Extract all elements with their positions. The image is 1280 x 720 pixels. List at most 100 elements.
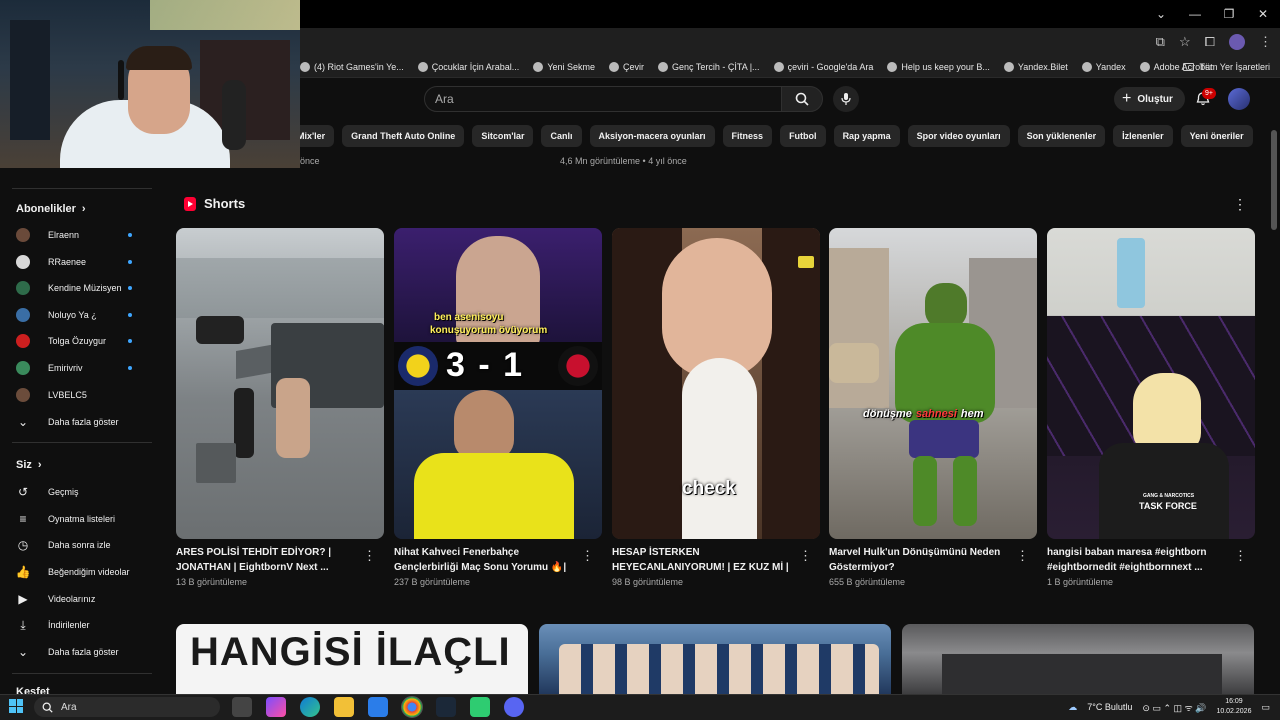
short-thumbnail[interactable]: ben asenisoyu konuşuyorum övüyorum 3 - 1: [394, 228, 602, 539]
sidebar-item-playlists[interactable]: ≡ Oynatma listeleri: [16, 509, 146, 529]
short-views: 1 B görüntüleme: [1047, 577, 1114, 587]
sidebar-item-watch-later[interactable]: ◷ Daha sonra izle: [16, 535, 146, 555]
minimize-button[interactable]: —: [1178, 0, 1212, 28]
sidebar-channel[interactable]: LVBELC5: [16, 385, 146, 405]
short-title[interactable]: HESAP İSTERKEN HEYECANLANIYORUM! | EZ KU…: [612, 545, 792, 575]
store-icon[interactable]: [368, 697, 388, 717]
notification-center-icon[interactable]: ▭: [1261, 702, 1270, 713]
sidebar-channel[interactable]: Elraenn: [16, 225, 146, 245]
short-card[interactable]: GANG & NARCOTICS TASK FORCE hangisi baba…: [1047, 228, 1255, 587]
filter-chip[interactable]: Canlı: [541, 125, 582, 147]
tray-icons[interactable]: ⊙ ▭ ⌃ ◫ ᯤ 🔊: [1142, 701, 1206, 714]
sidebar-channel[interactable]: Tolga Özuygur: [16, 331, 146, 351]
filter-chip[interactable]: İzlenenler: [1113, 125, 1173, 147]
you-heading[interactable]: Siz ›: [16, 459, 42, 471]
discord-icon[interactable]: [504, 697, 524, 717]
search-button[interactable]: [781, 86, 823, 112]
sidebar-item-your-videos[interactable]: ▶ Videolarınız: [16, 589, 146, 609]
bookmark-item[interactable]: Yeni Sekme: [533, 62, 595, 72]
tab-search-icon[interactable]: ⌄: [1144, 0, 1178, 28]
task-view-icon[interactable]: [232, 697, 252, 717]
sidebar-item-history[interactable]: ↺ Geçmiş: [16, 482, 146, 502]
more-options-icon[interactable]: ⋮: [581, 548, 594, 564]
genclerbirligi-logo: [558, 346, 598, 386]
filter-chip[interactable]: Fitness: [722, 125, 773, 147]
short-card[interactable]: ben asenisoyu konuşuyorum övüyorum 3 - 1…: [394, 228, 602, 587]
all-bookmarks-button[interactable]: Tüm Yer İşaretleri: [1183, 56, 1270, 78]
bookmark-item[interactable]: Help us keep your B...: [887, 62, 990, 72]
short-title[interactable]: Marvel Hulk'un Dönüşümünü Neden Göstermi…: [829, 545, 1009, 575]
more-options-icon[interactable]: ⋮: [799, 548, 812, 564]
bookmark-star-icon[interactable]: ☆: [1179, 34, 1191, 50]
chevron-right-icon: ›: [37, 459, 42, 471]
filter-chip[interactable]: Yeni öneriler: [1180, 125, 1253, 147]
short-title[interactable]: Nihat Kahveci Fenerbahçe Gençlerbirliği …: [394, 545, 574, 575]
app-icon[interactable]: [470, 697, 490, 717]
weather-text[interactable]: 7°C Bulutlu: [1087, 702, 1132, 712]
filter-chip[interactable]: Sitcom'lar: [472, 125, 534, 147]
plus-icon: +: [1122, 90, 1132, 107]
account-avatar[interactable]: [1228, 88, 1250, 110]
filter-chip[interactable]: Son yüklenenler: [1017, 125, 1106, 147]
bookmark-item[interactable]: Yandex.Bilet: [1003, 62, 1068, 72]
sidebar-item-liked-videos[interactable]: 👍 Beğendiğim videolar: [16, 562, 146, 582]
voice-search-button[interactable]: [833, 86, 859, 112]
sidebar-item-downloads[interactable]: ⤓ İndirilenler: [16, 615, 146, 635]
extensions-icon[interactable]: ⧠: [1205, 34, 1215, 50]
steam-icon[interactable]: [436, 697, 456, 717]
taskbar-search[interactable]: Ara: [34, 697, 220, 717]
short-card[interactable]: ARES POLİSİ TEHDİT EDİYOR? | JONATHAN | …: [176, 228, 384, 587]
short-card[interactable]: check HESAP İSTERKEN HEYECANLANIYORUM! |…: [612, 228, 820, 587]
search-input[interactable]: Ara: [424, 86, 782, 112]
filter-chip[interactable]: Aksiyon-macera oyunları: [589, 125, 715, 147]
filter-chip[interactable]: Futbol: [780, 125, 826, 147]
more-options-icon[interactable]: ⋮: [1016, 548, 1029, 564]
filter-chip[interactable]: Rap yapma: [833, 125, 900, 147]
bookmark-item[interactable]: (4) Riot Games'in Ye...: [300, 62, 404, 72]
edge-icon[interactable]: [300, 697, 320, 717]
bookmark-item[interactable]: çeviri - Google'da Ara: [773, 62, 873, 72]
filter-chip[interactable]: Grand Theft Auto Online: [342, 125, 465, 147]
clock[interactable]: 16:09 10.02.2026: [1216, 697, 1251, 717]
short-thumbnail[interactable]: GANG & NARCOTICS TASK FORCE: [1047, 228, 1255, 539]
more-options-icon[interactable]: ⋮: [363, 548, 376, 564]
short-card[interactable]: dönüşme sahnesi hem Marvel Hulk'un Dönüş…: [829, 228, 1037, 587]
shorts-logo-icon: [184, 196, 196, 211]
file-explorer-icon[interactable]: [334, 697, 354, 717]
sidebar-item-show-more[interactable]: ⌄ Daha fazla göster: [16, 642, 146, 662]
sidebar-channel[interactable]: Emirivriv: [16, 358, 146, 378]
bookmark-favicon-icon: [417, 62, 428, 72]
install-app-icon[interactable]: ⧉: [1156, 34, 1165, 50]
close-button[interactable]: ✕: [1246, 0, 1280, 28]
bookmark-favicon-icon: [609, 62, 620, 72]
subscriptions-heading[interactable]: Abonelikler ›: [16, 203, 86, 215]
bookmark-item[interactable]: Yandex: [1081, 62, 1126, 72]
copilot-icon[interactable]: [266, 697, 286, 717]
bookmark-item[interactable]: Çevir: [609, 62, 644, 72]
browser-menu-icon[interactable]: ⋮: [1259, 34, 1272, 50]
short-thumbnail[interactable]: [176, 228, 384, 539]
chrome-icon[interactable]: [401, 696, 423, 718]
short-title[interactable]: ARES POLİSİ TEHDİT EDİYOR? | JONATHAN | …: [176, 545, 356, 575]
filter-chip[interactable]: Spor video oyunları: [907, 125, 1010, 147]
more-options-icon[interactable]: ⋮: [1234, 548, 1247, 564]
bookmark-item[interactable]: Genç Tercih - ÇİTA |...: [658, 62, 760, 72]
page-scrollbar[interactable]: [1271, 130, 1277, 230]
sidebar-channel[interactable]: Kendine Müzisyen: [16, 278, 146, 298]
channel-avatar: [16, 307, 30, 322]
create-button[interactable]: + Oluştur: [1114, 87, 1185, 111]
maximize-button[interactable]: ❐: [1212, 0, 1246, 28]
sidebar-channel[interactable]: Noluyo Ya ¿: [16, 305, 146, 325]
video-thumbnail[interactable]: [539, 624, 891, 696]
video-thumbnail[interactable]: HANGİSİ İLAÇLI: [176, 624, 528, 696]
video-thumbnail[interactable]: [902, 624, 1254, 696]
short-thumbnail[interactable]: dönüşme sahnesi hem: [829, 228, 1037, 539]
browser-profile-avatar[interactable]: [1229, 34, 1245, 50]
show-more-channels[interactable]: ⌄ Daha fazla göster: [16, 412, 146, 432]
shorts-more-options-icon[interactable]: ⋮: [1233, 196, 1247, 213]
bookmark-item[interactable]: Çocuklar İçin Arabal...: [417, 62, 519, 72]
short-title[interactable]: hangisi baban maresa #eightborn #eightbo…: [1047, 545, 1227, 575]
start-button[interactable]: [9, 699, 23, 713]
sidebar-channel[interactable]: RRaenee: [16, 252, 146, 272]
short-thumbnail[interactable]: check: [612, 228, 820, 539]
